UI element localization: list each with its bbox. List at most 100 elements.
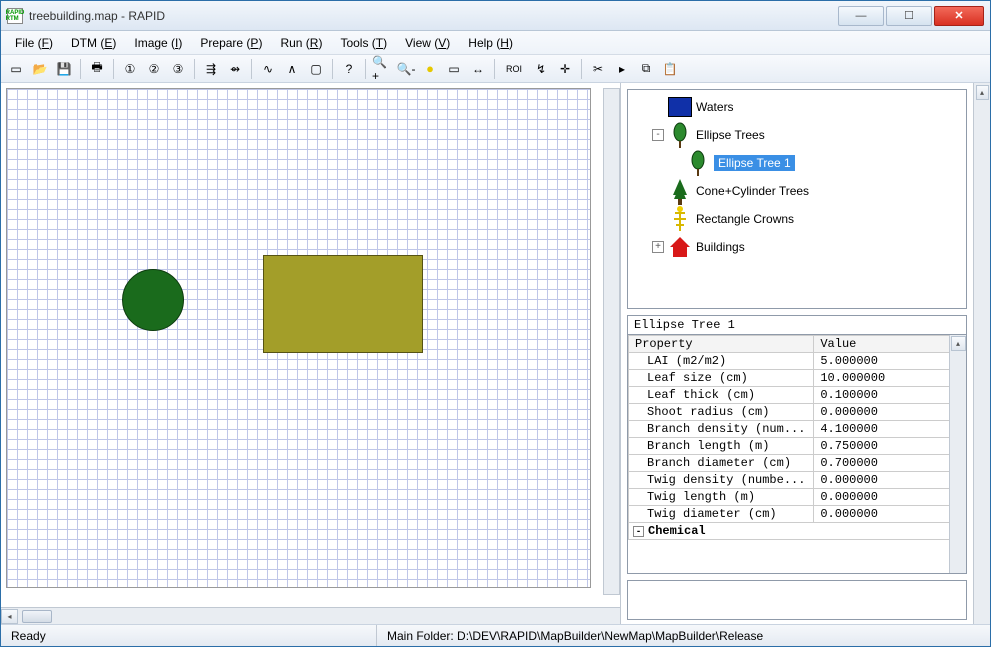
toolbar-separator [251, 59, 252, 79]
scroll-left-button[interactable]: ◂ [1, 609, 18, 624]
right-vscrollbar[interactable]: ▴ [973, 83, 990, 624]
property-row[interactable]: Twig length (m)0.000000 [629, 489, 966, 506]
property-value[interactable]: 0.750000 [814, 438, 966, 455]
toolbar-rect-button[interactable]: ▢ [305, 58, 327, 80]
toolbar-paste-button[interactable]: 📋 [659, 58, 681, 80]
property-value[interactable]: 0.100000 [814, 387, 966, 404]
toolbar-copy-button[interactable]: ⧉ [635, 58, 657, 80]
property-value[interactable]: 0.000000 [814, 506, 966, 523]
rect-crown-icon [668, 207, 692, 231]
tree-node-cone-cylinder-trees[interactable]: Cone+Cylinder Trees [630, 178, 964, 204]
toolbar-help-button[interactable]: ? [338, 58, 360, 80]
property-row[interactable]: Twig diameter (cm)0.000000 [629, 506, 966, 523]
expander-icon[interactable]: - [652, 129, 664, 141]
toolbar-cross-button[interactable]: ✛ [554, 58, 576, 80]
close-button[interactable]: ✕ [934, 6, 984, 26]
property-row[interactable]: Leaf thick (cm)0.100000 [629, 387, 966, 404]
collapse-icon[interactable]: - [633, 526, 644, 537]
toolbar-hier2-button[interactable]: ⇴ [224, 58, 246, 80]
menu-tools[interactable]: Tools (T) [332, 33, 395, 53]
property-value[interactable]: 4.100000 [814, 421, 966, 438]
toolbar-circle-tool-button[interactable]: ● [419, 58, 441, 80]
menu-file[interactable]: File (F) [7, 33, 61, 53]
prop-header-value[interactable]: Value [814, 336, 966, 353]
property-value[interactable]: 0.000000 [814, 472, 966, 489]
toolbar-sel-rect-button[interactable]: ▭ [443, 58, 465, 80]
property-value[interactable]: 0.000000 [814, 489, 966, 506]
toolbar-separator [113, 59, 114, 79]
menu-dtm[interactable]: DTM (E) [63, 33, 124, 53]
toolbar-zoom-out-button[interactable]: 🔍- [395, 58, 417, 80]
menu-image[interactable]: Image (I) [126, 33, 190, 53]
minimize-button[interactable]: — [838, 6, 884, 26]
toolbar-hier1-button[interactable]: ⇶ [200, 58, 222, 80]
toolbar-n1-button[interactable]: ① [119, 58, 141, 80]
property-name: Shoot radius (cm) [629, 404, 814, 421]
tree-node-label: Cone+Cylinder Trees [696, 184, 809, 198]
selected-object-title: Ellipse Tree 1 [627, 315, 967, 334]
toolbar-open-button[interactable]: 📂 [29, 58, 51, 80]
canvas-scroll[interactable] [1, 83, 620, 607]
tree-node-buildings[interactable]: +Buildings [630, 234, 964, 260]
property-name: Twig length (m) [629, 489, 814, 506]
maximize-button[interactable]: ☐ [886, 6, 932, 26]
ellipse-tree-shape[interactable] [122, 269, 184, 331]
menu-view[interactable]: View (V) [397, 33, 458, 53]
canvas-hscrollbar[interactable]: ◂ [1, 607, 620, 624]
property-row[interactable]: Branch density (num...4.100000 [629, 421, 966, 438]
property-grid[interactable]: Property Value LAI (m2/m2)5.000000Leaf s… [627, 334, 967, 574]
tree-node-waters[interactable]: Waters [630, 94, 964, 120]
toolbar-save-button[interactable]: 💾 [53, 58, 75, 80]
menu-help[interactable]: Help (H) [460, 33, 521, 53]
status-right: Main Folder: D:\DEV\RAPID\MapBuilder\New… [376, 625, 990, 646]
property-name: Leaf thick (cm) [629, 387, 814, 404]
toolbar-graph-button[interactable]: ∧ [281, 58, 303, 80]
object-tree[interactable]: Waters-Ellipse TreesEllipse Tree 1 Cone+C… [627, 89, 967, 309]
property-value[interactable]: 0.000000 [814, 404, 966, 421]
canvas-grid[interactable] [6, 88, 591, 588]
toolbar-n3-button[interactable]: ③ [167, 58, 189, 80]
property-name: Twig density (numbe... [629, 472, 814, 489]
property-row[interactable]: Branch length (m)0.750000 [629, 438, 966, 455]
property-row[interactable]: Shoot radius (cm)0.000000 [629, 404, 966, 421]
menu-run[interactable]: Run (R) [272, 33, 330, 53]
toolbar-play-button[interactable]: ▸ [611, 58, 633, 80]
toolbar-zoom-in-button[interactable]: 🔍+ [371, 58, 393, 80]
info-panel [627, 580, 967, 620]
menu-prepare[interactable]: Prepare (P) [192, 33, 270, 53]
property-value[interactable]: 0.700000 [814, 455, 966, 472]
app-icon: RAPIDRTM [7, 8, 23, 24]
toolbar-swap-button[interactable]: ↔ [467, 58, 489, 80]
toolbar-roi-button[interactable]: ROI [500, 58, 528, 80]
ellipse-tree-icon [690, 150, 706, 176]
toolbar-print-button[interactable]: 🖶 [86, 58, 108, 80]
toolbar-new-button[interactable]: ▭ [5, 58, 27, 80]
toolbar-cut-button[interactable]: ✂ [587, 58, 609, 80]
tree-node-rectangle-crowns[interactable]: Rectangle Crowns [630, 206, 964, 232]
toolbar-polyline-button[interactable]: ↯ [530, 58, 552, 80]
tree-node-ellipse-tree-1[interactable]: Ellipse Tree 1 [630, 150, 964, 176]
toolbar-separator [80, 59, 81, 79]
property-value[interactable]: 10.000000 [814, 370, 966, 387]
tree-node-ellipse-trees[interactable]: -Ellipse Trees [630, 122, 964, 148]
toolbar-n2-button[interactable]: ② [143, 58, 165, 80]
property-row[interactable]: Branch diameter (cm)0.700000 [629, 455, 966, 472]
expander-icon[interactable]: + [652, 241, 664, 253]
property-row[interactable]: LAI (m2/m2)5.000000 [629, 353, 966, 370]
toolbar-curve-button[interactable]: ∿ [257, 58, 279, 80]
scroll-thumb[interactable] [22, 610, 52, 623]
property-row[interactable]: Leaf size (cm)10.000000 [629, 370, 966, 387]
canvas-pane: ◂ [1, 83, 621, 624]
scroll-up-button[interactable]: ▴ [951, 336, 966, 351]
toolbar-separator [581, 59, 582, 79]
property-row[interactable]: Twig density (numbe...0.000000 [629, 472, 966, 489]
property-group-row[interactable]: -Chemical [629, 523, 966, 540]
scroll-up-button[interactable]: ▴ [976, 85, 989, 100]
property-name: Branch density (num... [629, 421, 814, 438]
building-shape[interactable] [263, 255, 423, 353]
propgrid-vscrollbar[interactable]: ▴ [949, 335, 966, 573]
canvas-vscrollbar[interactable] [603, 88, 620, 595]
property-value[interactable]: 5.000000 [814, 353, 966, 370]
right-content: Waters-Ellipse TreesEllipse Tree 1Cone+C… [621, 83, 973, 624]
prop-header-name[interactable]: Property [629, 336, 814, 353]
